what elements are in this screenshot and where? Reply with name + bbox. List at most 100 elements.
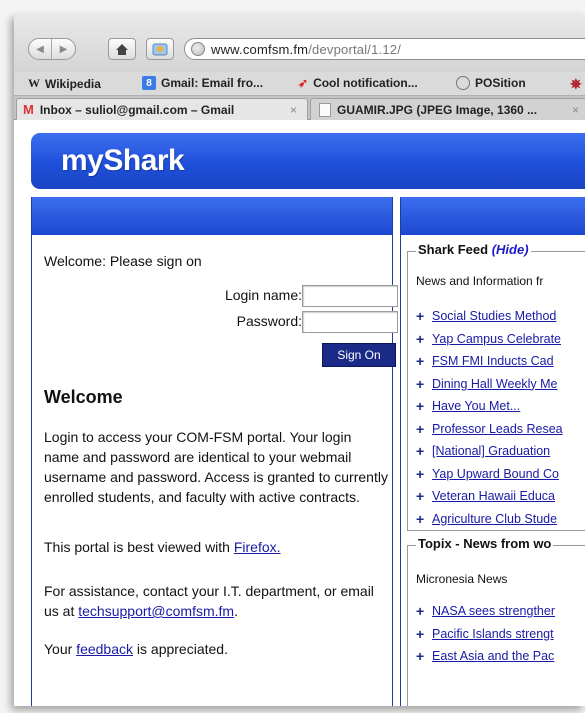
home-button[interactable] bbox=[108, 38, 136, 60]
panel-header bbox=[32, 197, 392, 235]
list-item: + Have You Met... bbox=[416, 395, 585, 418]
techsupport-email-link[interactable]: techsupport@comfsm.fm bbox=[78, 603, 234, 619]
tab-gmail-inbox[interactable]: M Inbox – suliol@gmail.com – Gmail × bbox=[16, 98, 308, 120]
bookmark-gmail[interactable]: 8 Gmail: Email fro... bbox=[142, 76, 263, 90]
browser-window: ◀ ▶ www.comfsm.fm/devportal/1.12/ W Wiki… bbox=[14, 14, 585, 706]
url-text: www.comfsm.fm/devportal/1.12/ bbox=[211, 42, 401, 57]
shark-feed-list: + Social Studies Method + Yap Campus Celebr… bbox=[416, 305, 585, 530]
feedback-suffix: is appreciated. bbox=[133, 641, 228, 657]
password-label: Password: bbox=[236, 313, 302, 329]
news-link[interactable]: Veteran Hawaii Educa bbox=[432, 489, 555, 503]
nav-buttons: ◀ ▶ bbox=[28, 38, 76, 60]
list-item: + FSM FMI Inducts Cad bbox=[416, 350, 585, 373]
list-item: + Yap Upward Bound Co bbox=[416, 463, 585, 486]
tab-bar: M Inbox – suliol@gmail.com – Gmail × GUA… bbox=[14, 96, 585, 120]
welcome-text: Login to access your COM-FSM portal. You… bbox=[44, 429, 388, 505]
news-link[interactable]: Agriculture Club Stude bbox=[432, 512, 557, 526]
forward-button[interactable]: ▶ bbox=[52, 39, 75, 59]
url-host: www.comfsm.fm bbox=[211, 41, 309, 57]
plus-icon: + bbox=[416, 308, 425, 325]
news-link[interactable]: Social Studies Method bbox=[432, 309, 556, 323]
list-item: + Veteran Hawaii Educa bbox=[416, 485, 585, 508]
position-icon bbox=[456, 76, 470, 90]
news-link[interactable]: NASA sees strengther bbox=[432, 604, 555, 618]
login-panel: Welcome: Please sign on Login name: Pass… bbox=[31, 197, 398, 706]
feedback-note: Your feedback is appreciated. bbox=[44, 639, 389, 659]
plus-icon: + bbox=[416, 398, 425, 415]
assistance-suffix: . bbox=[234, 603, 238, 619]
arrow-right-icon: ▶ bbox=[59, 43, 68, 55]
news-link[interactable]: Yap Upward Bound Co bbox=[432, 467, 559, 481]
url-path: /devportal/1.12/ bbox=[308, 41, 402, 57]
bookmark-position[interactable]: POSition bbox=[456, 76, 526, 90]
news-link[interactable]: Have You Met... bbox=[432, 399, 520, 413]
plus-icon: + bbox=[416, 330, 425, 347]
shark-feed-title: Shark Feed (Hide) bbox=[416, 242, 531, 257]
plus-icon: + bbox=[416, 443, 425, 460]
bookmarks-bar: W Wikipedia 8 Gmail: Email fro... ➶ Cool… bbox=[14, 72, 585, 96]
login-name-label: Login name: bbox=[224, 287, 302, 303]
feather-icon: ➶ bbox=[298, 76, 309, 90]
bookmarks-button[interactable] bbox=[146, 38, 174, 60]
panel-header bbox=[401, 197, 585, 235]
list-item: + Agriculture Club Stude bbox=[416, 508, 585, 531]
plus-icon: + bbox=[416, 510, 425, 527]
feedback-link[interactable]: feedback bbox=[76, 641, 133, 657]
bookmark-label: Gmail: Email fro... bbox=[161, 76, 264, 90]
bookmark-wikipedia[interactable]: W Wikipedia bbox=[28, 76, 101, 91]
address-bar[interactable]: www.comfsm.fm/devportal/1.12/ bbox=[184, 38, 585, 60]
hide-toggle[interactable]: (Hide) bbox=[492, 242, 529, 257]
bookmark-label: Cool notification... bbox=[313, 76, 418, 90]
news-link[interactable]: East Asia and the Pac bbox=[432, 649, 554, 663]
home-icon bbox=[116, 43, 128, 55]
plus-icon: + bbox=[416, 420, 425, 437]
bookmark-cool-notification[interactable]: ➶ Cool notification... bbox=[298, 76, 418, 90]
news-link[interactable]: [National] Graduation bbox=[432, 444, 550, 458]
login-name-input[interactable] bbox=[302, 285, 398, 307]
plus-icon: + bbox=[416, 375, 425, 392]
password-input[interactable] bbox=[302, 311, 398, 333]
browser-note: This portal is best viewed with Firefox. bbox=[44, 537, 389, 557]
news-link[interactable]: FSM FMI Inducts Cad bbox=[432, 354, 554, 368]
topix-subtitle: Micronesia News bbox=[416, 572, 508, 586]
close-icon[interactable]: × bbox=[290, 103, 297, 117]
browser-toolbar: ◀ ▶ www.comfsm.fm/devportal/1.12/ bbox=[14, 14, 585, 72]
feedback-prefix: Your bbox=[44, 641, 77, 657]
plus-icon: + bbox=[416, 488, 425, 505]
shark-feed-title-text: Shark Feed bbox=[418, 242, 492, 257]
news-link[interactable]: Yap Campus Celebrate bbox=[432, 332, 561, 346]
list-item: + NASA sees strengther bbox=[416, 600, 585, 623]
shark-feed-subtitle: News and Information fr bbox=[416, 274, 544, 288]
site-banner: myShark bbox=[31, 133, 585, 189]
image-file-icon bbox=[319, 102, 331, 117]
google-icon: 8 bbox=[142, 76, 156, 90]
news-link[interactable]: Professor Leads Resea bbox=[432, 422, 563, 436]
shark-feed-box: Shark Feed (Hide) News and Information f… bbox=[407, 242, 585, 531]
plus-icon: + bbox=[416, 625, 425, 642]
sign-on-button[interactable]: Sign On bbox=[322, 343, 396, 367]
list-item: + Social Studies Method bbox=[416, 305, 585, 328]
plus-icon: + bbox=[416, 603, 425, 620]
plus-icon: + bbox=[416, 353, 425, 370]
back-button[interactable]: ◀ bbox=[29, 39, 53, 59]
bookmark-overflow[interactable]: ✵ bbox=[570, 76, 582, 93]
bookmark-label: POSition bbox=[475, 76, 526, 90]
plus-icon: + bbox=[416, 465, 425, 482]
welcome-heading: Welcome bbox=[44, 387, 123, 407]
news-link[interactable]: Dining Hall Weekly Me bbox=[432, 377, 558, 391]
bookmark-label: Wikipedia bbox=[45, 76, 101, 91]
tab-label: Inbox – suliol@gmail.com – Gmail bbox=[39, 102, 235, 117]
wikipedia-icon: W bbox=[28, 76, 40, 90]
tab-label: GUAMIR.JPG (JPEG Image, 1360 ... bbox=[337, 102, 538, 117]
news-link[interactable]: Pacific Islands strengt bbox=[432, 627, 554, 641]
globe-icon bbox=[191, 42, 205, 56]
tab-guamir-image[interactable]: GUAMIR.JPG (JPEG Image, 1360 ... × bbox=[310, 98, 585, 120]
firefox-link[interactable]: Firefox. bbox=[234, 539, 281, 555]
page-content: myShark Welcome: Please sign on Login na… bbox=[14, 121, 585, 706]
flower-icon: ✵ bbox=[570, 76, 582, 92]
list-item: + Pacific Islands strengt bbox=[416, 623, 585, 646]
assistance-note: For assistance, contact your I.T. depart… bbox=[44, 581, 389, 621]
gmail-icon: M bbox=[23, 102, 34, 117]
list-item: + [National] Graduation bbox=[416, 440, 585, 463]
close-icon[interactable]: × bbox=[572, 103, 579, 117]
